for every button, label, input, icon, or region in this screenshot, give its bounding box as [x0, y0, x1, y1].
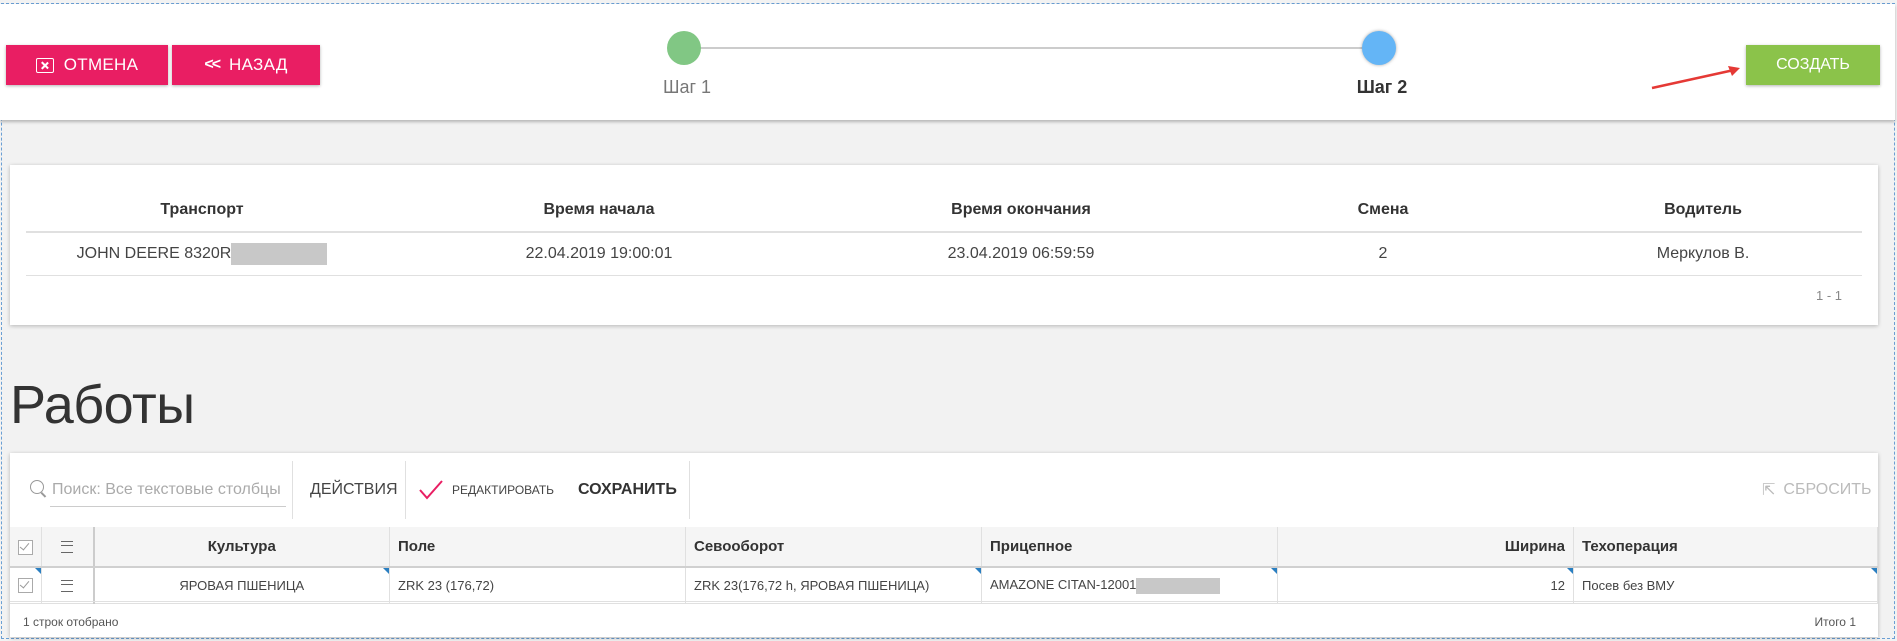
row-menu-cell[interactable] — [41, 567, 95, 604]
create-button[interactable]: Создать — [1746, 45, 1880, 85]
total-info: Итого 1 — [1814, 615, 1856, 629]
back-button-label: Назад — [229, 55, 288, 74]
col-operation[interactable]: Техоперация — [1573, 527, 1878, 568]
col-start-time[interactable]: Время начала — [378, 189, 820, 233]
rows-selected-info: 1 строк отобрано — [23, 615, 119, 629]
check-icon — [419, 480, 443, 500]
reset-label: Сбросить — [1783, 481, 1872, 498]
cancel-button[interactable]: Отмена — [6, 45, 168, 85]
cell-field[interactable]: ZRK 23 (176,72) — [389, 567, 686, 604]
stepper-line — [684, 47, 1379, 49]
col-rotation[interactable]: Севооборот — [685, 527, 982, 568]
edit-toggle-button[interactable]: Редактировать — [418, 471, 554, 509]
reset-icon: ⇱ — [1762, 482, 1776, 499]
redacted-block — [231, 243, 328, 265]
grid-toolbar: Действия Редактировать Сохранить ⇱ Сброс… — [10, 453, 1878, 528]
col-trailer[interactable]: Прицепное — [981, 527, 1278, 568]
trailer-value: AMAZONE CITAN-12001 — [990, 576, 1137, 592]
select-all-checkbox[interactable] — [18, 539, 33, 555]
cell-operation[interactable]: Посев без ВМУ — [1573, 567, 1878, 604]
summary-table: Транспорт Время начала Время окончания С… — [26, 189, 1862, 276]
double-chevron-left-icon: << — [204, 56, 221, 73]
red-arrow-annotation — [1651, 66, 1740, 90]
row-checkbox-cell[interactable] — [10, 567, 42, 604]
step-2-label: Шаг 2 — [1356, 77, 1408, 97]
cell-culture[interactable]: ЯРОВАЯ ПШЕНИЦА — [93, 567, 390, 604]
col-end-time[interactable]: Время окончания — [820, 189, 1222, 233]
select-all-checkbox-cell[interactable] — [10, 527, 42, 568]
cell-shift: 2 — [1222, 232, 1544, 276]
works-grid-card: Действия Редактировать Сохранить ⇱ Сброс… — [10, 453, 1878, 637]
wizard-header: Отмена << Назад Шаг 1 Шаг 2 Создать — [0, 4, 1895, 120]
cell-driver: Меркулов В. — [1544, 232, 1862, 276]
redacted-block — [1136, 577, 1221, 594]
table-row[interactable]: ЯРОВАЯ ПШЕНИЦА ZRK 23 (176,72) ZRK 23(17… — [10, 567, 1878, 604]
step-1-dot[interactable] — [667, 31, 701, 65]
cell-end-time: 23.04.2019 06:59:59 — [820, 232, 1222, 276]
col-culture[interactable]: Культура — [93, 527, 390, 568]
cell-rotation[interactable]: ZRK 23(176,72 h, ЯРОВАЯ ПШЕНИЦА) — [685, 567, 982, 604]
search-icon — [30, 480, 44, 494]
col-width[interactable]: Ширина — [1277, 527, 1574, 568]
cell-width[interactable]: 12 — [1277, 567, 1574, 604]
pagination-info: 1 - 1 — [1815, 288, 1842, 303]
step-2-dot[interactable] — [1362, 31, 1396, 65]
cancel-button-label: Отмена — [63, 55, 139, 74]
menu-icon — [61, 541, 74, 554]
menu-icon — [61, 580, 74, 593]
cell-transport: JOHN DEERE 8320R — [26, 232, 378, 276]
toolbar-divider — [405, 461, 406, 519]
transport-value: JOHN DEERE 8320R — [76, 245, 232, 263]
search-input[interactable] — [50, 474, 286, 507]
cell-trailer[interactable]: AMAZONE CITAN-12001 — [981, 567, 1278, 604]
actions-menu-button[interactable]: Действия — [310, 471, 398, 509]
col-field[interactable]: Поле — [389, 527, 686, 568]
summary-card: Транспорт Время начала Время окончания С… — [10, 165, 1878, 325]
edit-toggle-label: Редактировать — [452, 483, 555, 497]
toolbar-divider — [292, 461, 293, 519]
section-title: Работы — [10, 375, 195, 435]
step-1-label: Шаг 1 — [662, 77, 712, 97]
cell-start-time: 22.04.2019 19:00:01 — [378, 232, 820, 276]
works-table: Культура Поле Севооборот Прицепное Ширин… — [10, 527, 1878, 604]
close-icon — [35, 57, 54, 73]
row-checkbox[interactable] — [18, 578, 33, 594]
col-shift[interactable]: Смена — [1222, 189, 1544, 233]
col-transport[interactable]: Транспорт — [26, 189, 378, 233]
reset-button[interactable]: ⇱ Сбросить — [1762, 471, 1872, 509]
col-driver[interactable]: Водитель — [1544, 189, 1862, 233]
back-button[interactable]: << Назад — [172, 45, 320, 85]
save-button[interactable]: Сохранить — [578, 471, 677, 509]
row-menu-header[interactable] — [41, 527, 95, 568]
table-row[interactable]: JOHN DEERE 8320R 22.04.2019 19:00:01 23.… — [26, 232, 1862, 276]
search-box — [26, 471, 294, 509]
grid-footer-divider — [10, 601, 1878, 602]
toolbar-divider — [689, 461, 690, 519]
